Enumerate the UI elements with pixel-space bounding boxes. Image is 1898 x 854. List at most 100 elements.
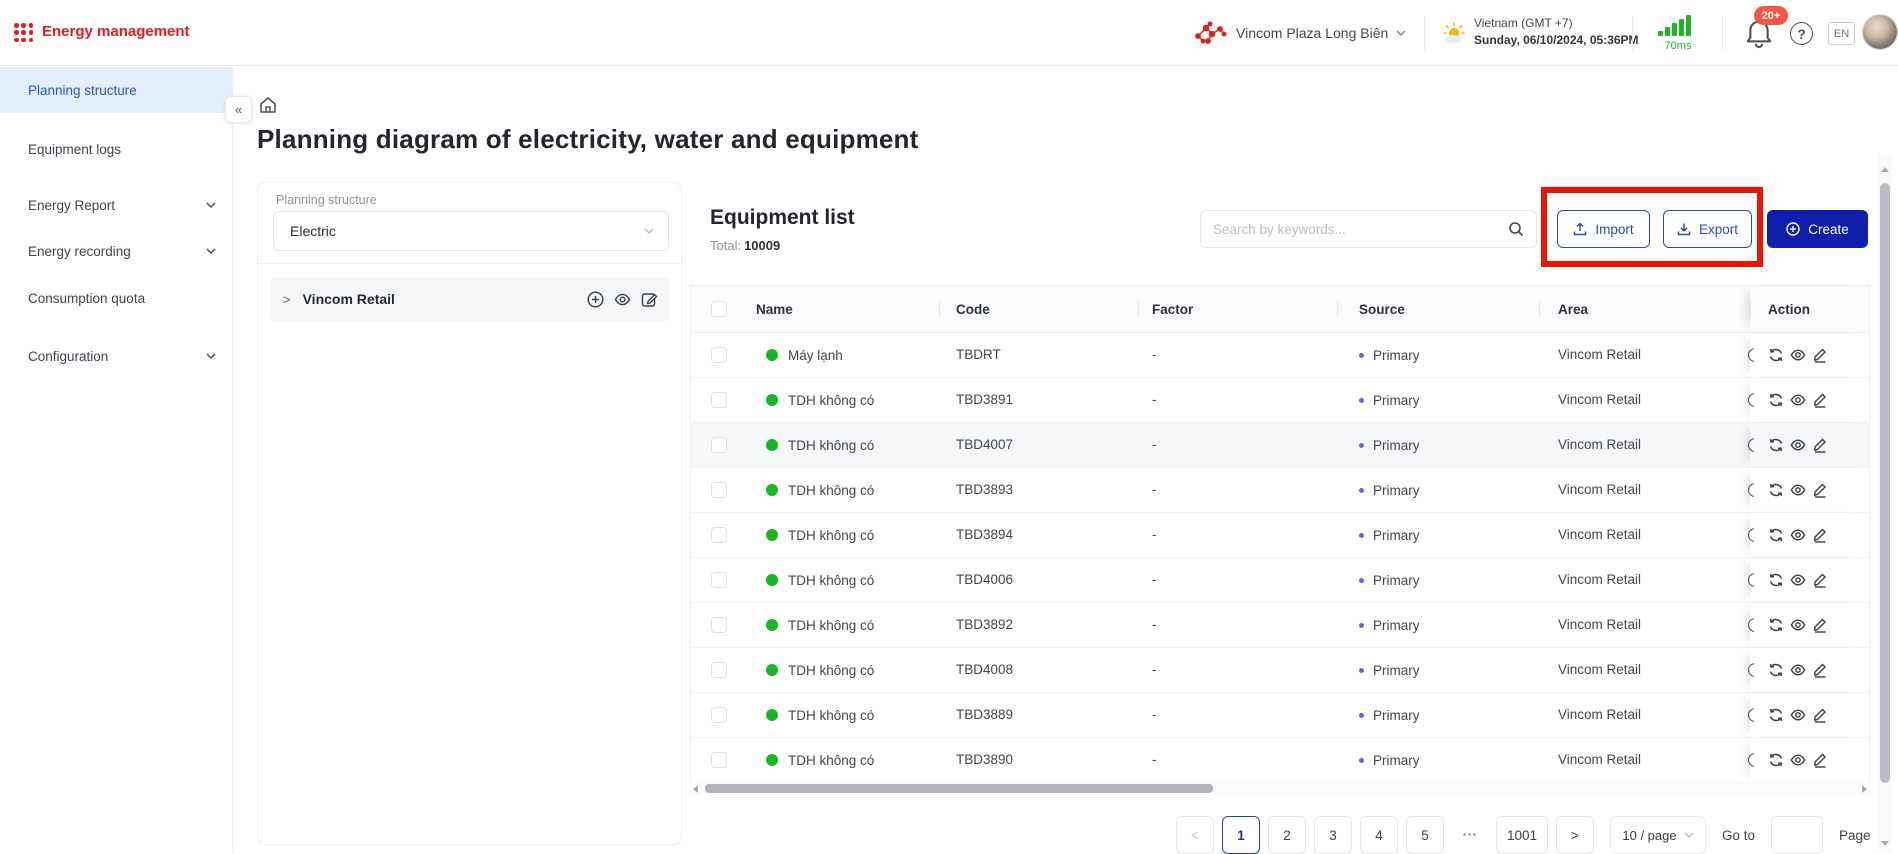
page-number-button[interactable]: 1: [1222, 816, 1260, 854]
goto-page-input[interactable]: [1771, 816, 1823, 854]
refresh-action-icon[interactable]: [1768, 482, 1784, 498]
view-action-icon[interactable]: [1790, 617, 1806, 633]
row-checkbox[interactable]: [711, 527, 727, 543]
last-page-button[interactable]: 1001: [1496, 816, 1548, 854]
export-button[interactable]: Export: [1663, 210, 1752, 248]
view-action-icon[interactable]: [1790, 482, 1806, 498]
source-dot: [1359, 713, 1364, 718]
scroll-left-arrow-icon[interactable]: [693, 785, 698, 793]
table-row[interactable]: Máy lạnh TBDRT - Primary Vincom Retail: [691, 333, 1869, 378]
table-row[interactable]: TDH không có TBD4007 - Primary Vincom Re…: [691, 423, 1869, 468]
view-action-icon[interactable]: [1790, 572, 1806, 588]
refresh-action-icon[interactable]: [1768, 617, 1784, 633]
refresh-action-icon[interactable]: [1768, 527, 1784, 543]
view-action-icon[interactable]: [1790, 347, 1806, 363]
row-checkbox[interactable]: [711, 347, 727, 363]
site-selector[interactable]: Vincom Plaza Long Biên: [1194, 0, 1406, 66]
page-size-select[interactable]: 10 / page: [1610, 816, 1706, 854]
edit-action-icon[interactable]: [1812, 392, 1828, 408]
view-action-icon[interactable]: [1790, 437, 1806, 453]
sidebar-item[interactable]: Equipment logs: [0, 126, 233, 172]
page-number-button[interactable]: 5: [1406, 816, 1444, 854]
app-grid-icon[interactable]: [14, 23, 34, 43]
scroll-down-arrow-icon[interactable]: [1881, 841, 1889, 846]
table-row[interactable]: TDH không có TBD3891 - Primary Vincom Re…: [691, 378, 1869, 423]
next-page-button[interactable]: >: [1556, 816, 1594, 854]
refresh-action-icon[interactable]: [1768, 572, 1784, 588]
edit-action-icon[interactable]: [1812, 617, 1828, 633]
pagination-ellipsis[interactable]: •••: [1452, 816, 1488, 854]
row-checkbox[interactable]: [711, 617, 727, 633]
sidebar-item[interactable]: Configuration: [0, 333, 233, 379]
edit-action-icon[interactable]: [1812, 482, 1828, 498]
edit-node-icon[interactable]: [641, 291, 658, 308]
sidebar-item[interactable]: Planning structure: [0, 67, 233, 113]
row-checkbox[interactable]: [711, 662, 727, 678]
equipment-source: Primary: [1373, 618, 1420, 633]
search-icon[interactable]: [1508, 221, 1524, 237]
table-row[interactable]: TDH không có TBD3892 - Primary Vincom Re…: [691, 603, 1869, 648]
refresh-action-icon[interactable]: [1768, 392, 1784, 408]
refresh-action-icon[interactable]: [1768, 707, 1784, 723]
page-number-button[interactable]: 4: [1360, 816, 1398, 854]
edit-action-icon[interactable]: [1812, 707, 1828, 723]
edit-action-icon[interactable]: [1812, 347, 1828, 363]
add-node-icon[interactable]: [587, 291, 604, 308]
prev-page-button[interactable]: <: [1176, 816, 1214, 854]
row-checkbox[interactable]: [711, 482, 727, 498]
view-action-icon[interactable]: [1790, 527, 1806, 543]
table-row[interactable]: TDH không có TBD3889 - Primary Vincom Re…: [691, 693, 1869, 738]
chevron-down-icon: [205, 245, 217, 257]
tree-expand-icon[interactable]: >: [283, 292, 291, 307]
scroll-right-arrow-icon[interactable]: [1862, 785, 1867, 793]
view-action-icon[interactable]: [1790, 752, 1806, 768]
user-avatar[interactable]: [1862, 14, 1898, 50]
row-checkbox[interactable]: [711, 437, 727, 453]
sidebar-item[interactable]: Consumption quota: [0, 275, 233, 321]
edit-action-icon[interactable]: [1812, 752, 1828, 768]
view-action-icon[interactable]: [1790, 392, 1806, 408]
page-number-button[interactable]: 3: [1314, 816, 1352, 854]
collapse-sidebar-button[interactable]: «: [225, 96, 252, 123]
row-checkbox[interactable]: [711, 707, 727, 723]
chevron-down-icon: [1684, 830, 1694, 840]
search-input[interactable]: [1213, 222, 1508, 237]
horizontal-scrollbar-thumb[interactable]: [705, 784, 1213, 793]
table-row[interactable]: TDH không có TBD3890 - Primary Vincom Re…: [691, 738, 1869, 783]
help-icon[interactable]: ?: [1790, 22, 1813, 45]
vertical-scrollbar-thumb[interactable]: [1880, 183, 1890, 783]
refresh-action-icon[interactable]: [1768, 752, 1784, 768]
table-row[interactable]: TDH không có TBD3894 - Primary Vincom Re…: [691, 513, 1869, 558]
row-checkbox[interactable]: [711, 752, 727, 768]
status-dot-green: [766, 394, 778, 406]
sidebar-item[interactable]: Energy recording: [0, 228, 233, 274]
page-number-button[interactable]: 2: [1268, 816, 1306, 854]
view-action-icon[interactable]: [1790, 662, 1806, 678]
table-row[interactable]: TDH không có TBD4008 - Primary Vincom Re…: [691, 648, 1869, 693]
create-button[interactable]: Create: [1767, 210, 1868, 248]
tree-node-vincom-retail[interactable]: > Vincom Retail: [271, 277, 670, 321]
view-action-icon[interactable]: [1790, 707, 1806, 723]
planning-structure-select[interactable]: Electric: [273, 211, 669, 251]
table-row[interactable]: TDH không có TBD3893 - Primary Vincom Re…: [691, 468, 1869, 513]
sidebar-item[interactable]: Energy Report: [0, 182, 233, 228]
source-dot: [1359, 398, 1364, 403]
vertical-scrollbar[interactable]: [1878, 155, 1892, 851]
row-checkbox[interactable]: [711, 572, 727, 588]
table-row[interactable]: TDH không có TBD4006 - Primary Vincom Re…: [691, 558, 1869, 603]
refresh-action-icon[interactable]: [1768, 347, 1784, 363]
edit-action-icon[interactable]: [1812, 437, 1828, 453]
edit-action-icon[interactable]: [1812, 527, 1828, 543]
refresh-action-icon[interactable]: [1768, 662, 1784, 678]
language-selector[interactable]: EN: [1828, 22, 1855, 45]
home-breadcrumb-icon[interactable]: [258, 95, 278, 115]
view-node-icon[interactable]: [614, 291, 631, 308]
scroll-up-arrow-icon[interactable]: [1881, 167, 1889, 172]
row-checkbox[interactable]: [711, 392, 727, 408]
select-all-checkbox[interactable]: [711, 301, 727, 317]
edit-action-icon[interactable]: [1812, 572, 1828, 588]
refresh-action-icon[interactable]: [1768, 437, 1784, 453]
import-button[interactable]: Import: [1557, 210, 1650, 248]
edit-action-icon[interactable]: [1812, 662, 1828, 678]
horizontal-scrollbar[interactable]: [690, 782, 1870, 795]
